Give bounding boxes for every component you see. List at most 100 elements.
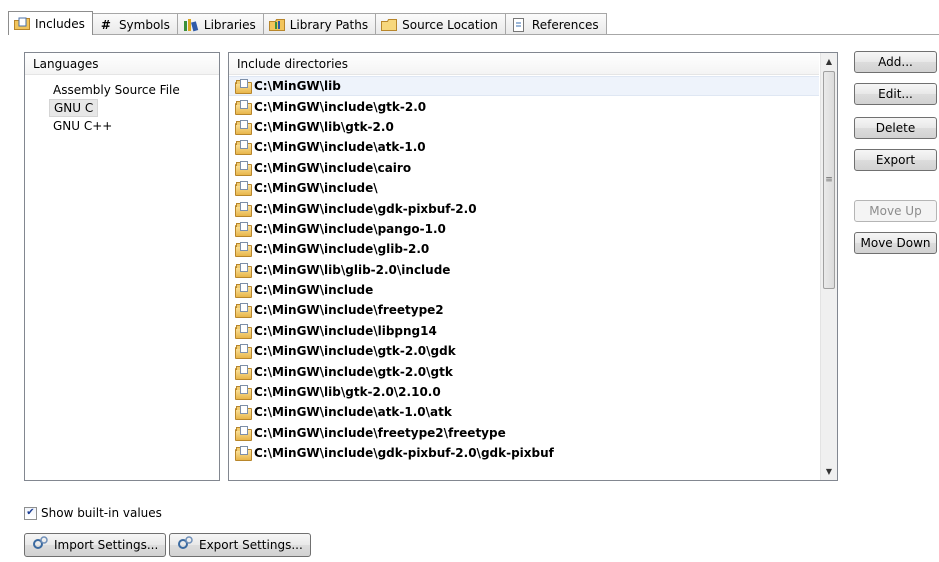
include-directory-path: C:\MinGW\lib\gtk-2.0\2.10.0 [254,385,441,400]
tab-label: Library Paths [289,17,369,32]
include-directory-row[interactable]: C:\MinGW\include\freetype2 [229,300,819,320]
tab-includes[interactable]: Includes [8,11,93,35]
include-folder-icon [235,140,252,156]
include-folder-icon [235,119,252,135]
include-directory-path: C:\MinGW\include\freetype2 [254,303,444,318]
scroll-thumb[interactable]: ≡ [823,71,835,289]
include-directory-row[interactable]: C:\MinGW\lib [229,76,819,97]
include-folder-icon [235,160,252,176]
export-settings-icon [177,536,195,554]
include-directory-path: C:\MinGW\include\gtk-2.0\gtk [254,364,453,379]
include-folder-icon [235,446,252,462]
edit-button[interactable]: Edit... [854,83,937,105]
tab-bar: Includes # Symbols Libraries Library Pat… [8,11,607,35]
hash-icon: # [100,17,111,32]
include-directory-row[interactable]: C:\MinGW\include\ [229,178,819,198]
include-directory-path: C:\MinGW\include\gtk-2.0\gdk [254,344,456,359]
libraries-icon [183,17,199,33]
vertical-scrollbar[interactable]: ▲ ≡ ▼ [820,53,837,480]
include-folder-icon [235,425,252,441]
tab-libraries[interactable]: Libraries [176,13,264,35]
include-directory-row[interactable]: C:\MinGW\include\pango-1.0 [229,219,819,239]
include-directory-row[interactable]: C:\MinGW\include\cairo [229,158,819,178]
include-directory-path: C:\MinGW\include\cairo [254,160,412,175]
languages-list: Assembly Source File GNU C GNU C++ [25,75,219,135]
move-down-button[interactable]: Move Down [854,232,937,254]
include-directory-path: C:\MinGW\include\gdk-pixbuf-2.0\gdk-pixb… [254,446,554,461]
include-folder-icon [235,405,252,421]
folder-icon [381,17,398,33]
include-folder-icon [235,79,252,95]
import-settings-icon [32,536,50,554]
include-directory-row[interactable]: C:\MinGW\include\glib-2.0 [229,239,819,259]
include-directory-row[interactable]: C:\MinGW\include\gdk-pixbuf-2.0 [229,198,819,218]
tab-symbols[interactable]: # Symbols [91,13,178,35]
include-folder-icon [235,181,252,197]
language-item-gnu-cpp[interactable]: GNU C++ [49,117,116,135]
include-directories-list: C:\MinGW\lib C:\MinGW\include\gtk-2.0 C:\M… [229,76,819,480]
include-directory-path: C:\MinGW\lib [254,79,341,94]
tab-source-location[interactable]: Source Location [375,13,506,35]
include-directory-row[interactable]: C:\MinGW\include\gtk-2.0 [229,96,819,116]
tab-label: References [531,17,599,32]
include-directory-row[interactable]: C:\MinGW\include\libpng14 [229,321,819,341]
export-settings-label: Export Settings... [199,538,303,552]
include-directories-panel: Include directories C:\MinGW\lib C:\MinGW… [228,52,838,481]
tab-label: Symbols [118,17,170,32]
include-directory-row[interactable]: C:\MinGW\include\gtk-2.0\gdk [229,341,819,361]
include-directory-row[interactable]: C:\MinGW\include\gdk-pixbuf-2.0\gdk-pixb… [229,443,819,463]
include-folder-icon [235,201,252,217]
references-icon [511,17,527,33]
include-directory-path: C:\MinGW\include\ [254,181,378,196]
library-paths-icon [268,17,285,33]
import-settings-label: Import Settings... [54,538,159,552]
export-settings-button[interactable]: Export Settings... [169,533,311,557]
include-directory-path: C:\MinGW\include\atk-1.0 [254,140,426,155]
show-builtin-label: Show built-in values [41,506,162,520]
show-builtin-row[interactable]: ✔ Show built-in values [24,506,162,520]
include-directory-row[interactable]: C:\MinGW\include\atk-1.0 [229,137,819,157]
include-directory-row[interactable]: C:\MinGW\lib\gtk-2.0 [229,117,819,137]
include-directory-row[interactable]: C:\MinGW\lib\glib-2.0\include [229,260,819,280]
include-directory-path: C:\MinGW\include\pango-1.0 [254,221,446,236]
include-directory-row[interactable]: C:\MinGW\include [229,280,819,300]
language-item-assembly[interactable]: Assembly Source File [49,81,184,99]
include-folder-icon [235,221,252,237]
move-up-button[interactable]: Move Up [854,200,937,222]
scroll-down-icon[interactable]: ▼ [821,463,837,480]
include-directory-row[interactable]: C:\MinGW\include\gtk-2.0\gtk [229,361,819,381]
delete-button[interactable]: Delete [854,117,937,139]
include-directories-header: Include directories [229,53,819,75]
include-directory-path: C:\MinGW\include\gdk-pixbuf-2.0 [254,201,477,216]
include-folder-icon [235,323,252,339]
tab-divider [8,34,939,35]
show-builtin-checkbox[interactable]: ✔ [24,506,37,520]
tab-label: Libraries [203,17,256,32]
include-folder-icon [235,303,252,319]
tab-label: Source Location [402,17,498,32]
tab-label: Includes [35,16,85,31]
tab-references[interactable]: References [504,13,607,35]
include-folder-icon [235,99,252,115]
include-directory-path: C:\MinGW\include [254,283,374,298]
includes-icon [14,16,30,32]
include-directory-path: C:\MinGW\include\gtk-2.0 [254,99,427,114]
include-directory-path: C:\MinGW\lib\glib-2.0\include [254,262,451,277]
include-folder-icon [235,344,252,360]
add-button[interactable]: Add... [854,51,937,73]
tab-library-paths[interactable]: Library Paths [262,13,377,35]
include-directory-path: C:\MinGW\lib\gtk-2.0 [254,119,394,134]
languages-panel: Languages Assembly Source File GNU C GNU… [24,52,220,481]
include-directory-row[interactable]: C:\MinGW\lib\gtk-2.0\2.10.0 [229,382,819,402]
include-folder-icon [235,262,252,278]
include-directory-path: C:\MinGW\include\freetype2\freetype [254,425,506,440]
language-item-gnu-c[interactable]: GNU C [49,99,99,117]
import-settings-button[interactable]: Import Settings... [24,533,167,557]
include-directory-row[interactable]: C:\MinGW\include\atk-1.0\atk [229,402,819,422]
export-button[interactable]: Export [854,149,937,171]
include-directory-row[interactable]: C:\MinGW\include\freetype2\freetype [229,423,819,443]
scroll-up-icon[interactable]: ▲ [821,53,837,70]
include-directory-path: C:\MinGW\include\libpng14 [254,323,437,338]
include-directory-path: C:\MinGW\include\atk-1.0\atk [254,405,452,420]
include-folder-icon [235,385,252,401]
